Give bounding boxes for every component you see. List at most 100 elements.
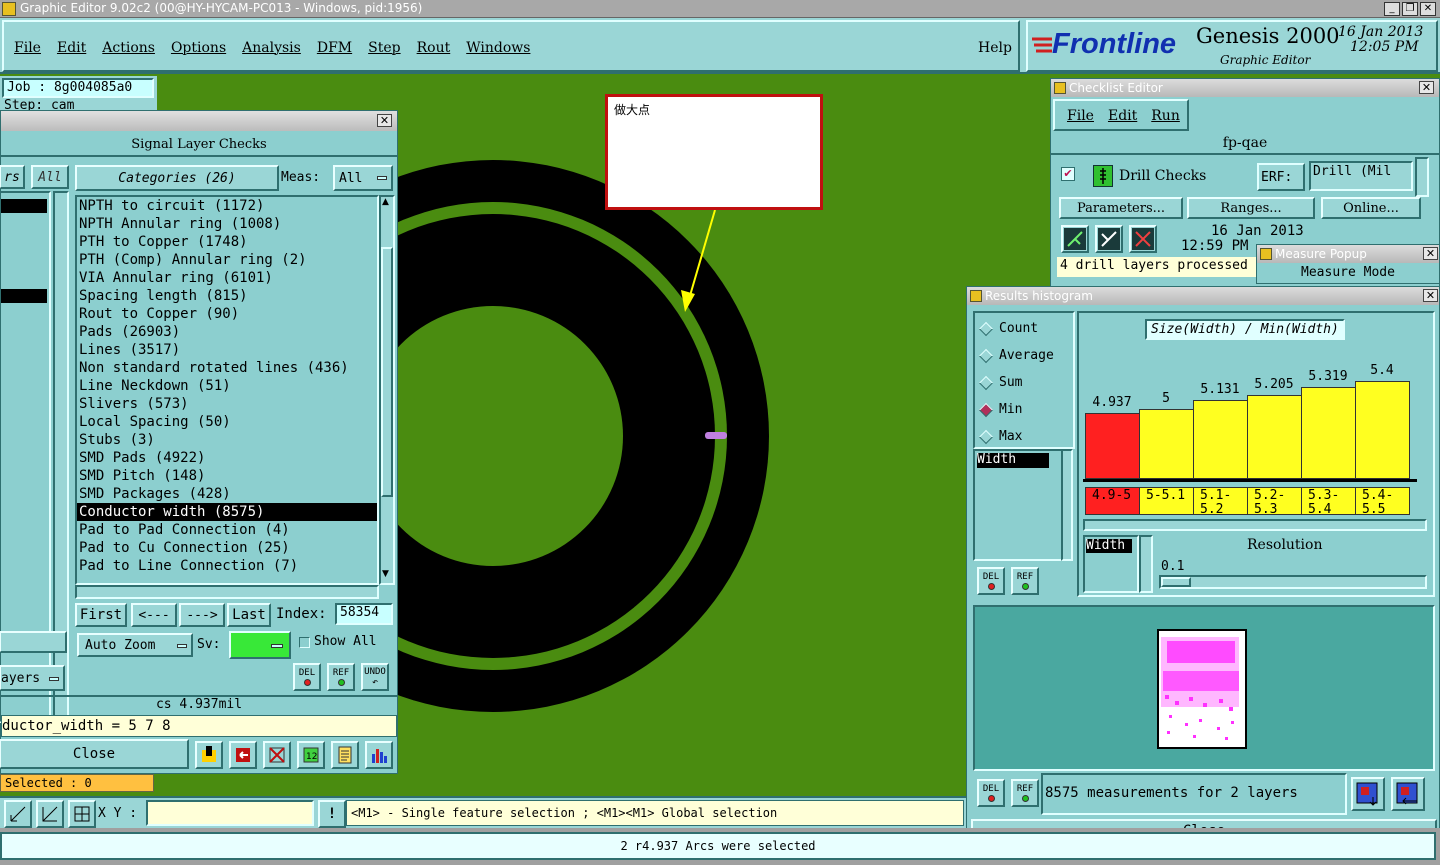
zoom-area-icon[interactable] [36,800,64,828]
category-item[interactable]: NPTH Annular ring (1008) [77,215,377,233]
first-button[interactable]: First [75,603,127,627]
bar-range-label[interactable]: 5-5.1 [1139,487,1194,515]
category-item[interactable]: Pad to Cu Connection (25) [77,539,377,557]
next-button[interactable]: ---> [179,603,225,627]
measure-popup-close-icon[interactable]: ✕ [1423,247,1438,260]
radio-icon[interactable] [978,402,994,417]
scroll-down-icon[interactable]: ▼ [382,569,389,579]
checklist-menu-run[interactable]: Run [1151,108,1180,124]
menu-edit[interactable]: Edit [57,40,86,56]
bar-range-label[interactable]: 5.2-5.3 [1247,487,1302,515]
category-item[interactable]: Lines (3517) [77,341,377,359]
aggregate-option-max[interactable]: Max [975,423,1073,450]
run-check-icon[interactable] [1061,225,1089,253]
meas-dropdown[interactable]: All [333,165,393,191]
radio-icon[interactable] [978,321,994,336]
menu-windows[interactable]: Windows [466,40,530,56]
histogram-bar[interactable] [1139,409,1194,479]
categories-scrollbar[interactable]: ▲ ▼ [379,195,395,585]
restore-button[interactable]: ❐ [1402,2,1418,16]
menu-file[interactable]: File [14,40,41,56]
field-item-width[interactable]: Width [977,453,1049,468]
bar-range-label[interactable]: 5.1-5.2 [1193,487,1248,515]
resolution-slider[interactable] [1159,575,1427,589]
category-item[interactable]: SMD Packages (428) [77,485,377,503]
layer-list-selected[interactable] [1,199,47,213]
histogram-bar[interactable] [1193,400,1248,479]
category-item[interactable]: Non standard rotated lines (436) [77,359,377,377]
categories-hscrollbar[interactable] [75,585,379,599]
category-item[interactable]: Local Spacing (50) [77,413,377,431]
resolution-list-scrollbar[interactable] [1139,535,1153,593]
category-item[interactable]: Spacing length (815) [77,287,377,305]
left-all-button[interactable]: All [31,165,69,189]
category-item[interactable]: Slivers (573) [77,395,377,413]
close-button[interactable]: Close [0,739,189,769]
show-all-checkbox[interactable] [299,637,310,648]
menu-options[interactable]: Options [171,40,226,56]
categories-list[interactable]: NPTH to circuit (1172) NPTH Annular ring … [75,195,379,585]
categories-header[interactable]: Categories (26) [75,165,279,191]
alert-icon[interactable]: ! [318,800,346,828]
category-item[interactable]: PTH (Comp) Annular ring (2) [77,251,377,269]
bar-range-label[interactable]: 5.3-5.4 [1301,487,1356,515]
checklist-close-icon[interactable]: ✕ [1419,81,1434,94]
preview-del-button[interactable]: DEL [977,779,1005,807]
undo-button[interactable]: UNDO ↶ [361,663,389,691]
resolution-field-item[interactable]: Width [1086,539,1132,553]
xy-input[interactable] [146,800,314,826]
category-item[interactable]: SMD Pads (4922) [77,449,377,467]
signal-checks-close-icon[interactable]: ✕ [377,114,392,127]
checklist-menu-edit[interactable]: Edit [1108,108,1137,124]
menu-dfm[interactable]: DFM [317,40,352,56]
check-enabled-checkbox[interactable]: ✔ [1061,167,1075,181]
category-item[interactable]: Pads (26903) [77,323,377,341]
radio-icon[interactable] [978,429,994,444]
del-button[interactable]: DEL [977,567,1005,595]
category-item[interactable]: SMD Pitch (148) [77,467,377,485]
menu-step[interactable]: Step [368,40,400,56]
formula-field[interactable]: ductor_width = 5 7 8 [1,715,397,737]
stop-run-icon[interactable] [1129,225,1157,253]
ref-button[interactable]: REF [327,663,355,691]
category-item[interactable]: Pad to Line Connection (7) [77,557,377,575]
category-item[interactable]: PTH to Copper (1748) [77,233,377,251]
checklist-button-ranges[interactable]: Ranges... [1187,197,1315,219]
del-button[interactable]: DEL [293,663,321,691]
field-list-scrollbar[interactable] [1061,449,1073,561]
bar-range-label[interactable]: 5.4-5.5 [1355,487,1410,515]
left-partial-control[interactable] [0,631,67,653]
last-button[interactable]: Last [227,603,271,627]
category-item[interactable]: Stubs (3) [77,431,377,449]
histogram-bar[interactable] [1355,381,1410,479]
resolution-field-list[interactable]: Width [1083,535,1139,593]
grid-snap-icon[interactable] [68,800,96,828]
radio-icon[interactable] [978,375,994,390]
index-input[interactable]: 58354 [335,603,393,625]
cancel-ref-icon[interactable] [263,741,291,769]
aggregate-option-sum[interactable]: Sum [975,369,1073,396]
category-item[interactable]: Rout to Copper (90) [77,305,377,323]
menu-actions[interactable]: Actions [102,40,155,56]
histogram-close-icon[interactable]: ✕ [1423,289,1438,302]
scroll-thumb[interactable] [381,247,393,497]
layers-dropdown[interactable]: ayers [0,665,65,691]
bar-range-label[interactable]: 4.9-5 [1085,487,1140,515]
preview-ref-button[interactable]: REF [1011,779,1039,807]
menu-help[interactable]: Help [978,40,1012,56]
sv-dropdown[interactable] [229,631,291,659]
erf-value[interactable]: Drill (Mil [1309,161,1413,191]
close-window-button[interactable]: ✕ [1420,2,1436,16]
numbered-list-icon[interactable]: 12 [297,741,325,769]
auto-zoom-dropdown[interactable]: Auto Zoom [77,633,193,657]
layer-list-selected[interactable] [1,289,47,303]
radio-icon[interactable] [978,348,994,363]
board-thumbnail[interactable] [1157,629,1247,749]
category-item[interactable]: VIA Annular ring (6101) [77,269,377,287]
prev-button[interactable]: <--- [131,603,177,627]
histogram-bar[interactable] [1301,387,1356,479]
ref-button[interactable]: REF [1011,567,1039,595]
menu-rout[interactable]: Rout [417,40,451,56]
histogram-icon[interactable] [365,741,393,769]
category-item[interactable]: Line Neckdown (51) [77,377,377,395]
